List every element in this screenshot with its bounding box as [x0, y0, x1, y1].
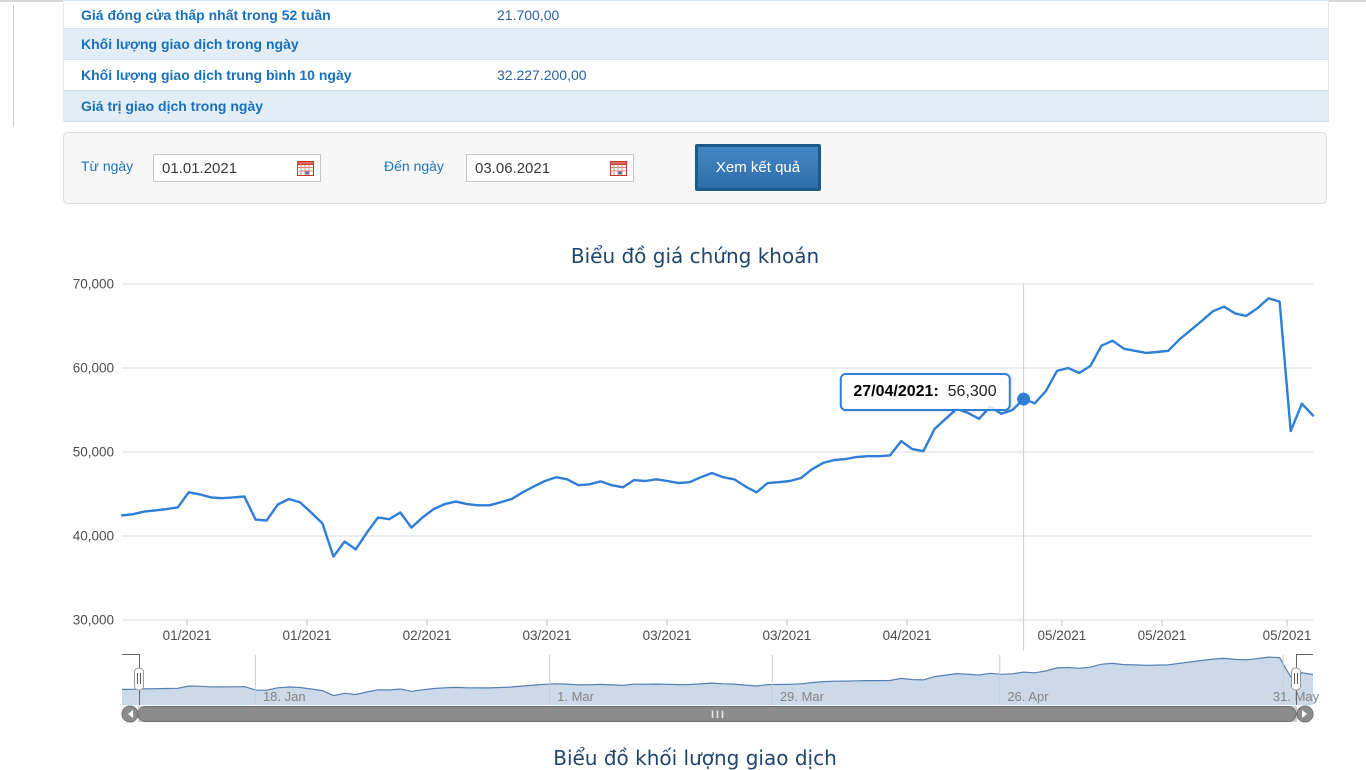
navigator-date-label: 18. Jan	[263, 689, 306, 704]
y-axis-label: 60,000	[73, 361, 114, 376]
tooltip-separator: :	[933, 383, 938, 400]
tooltip-value: 56,300	[948, 383, 997, 400]
chart-tooltip: 27/04/2021: 56,300	[839, 373, 1010, 411]
y-axis-label: 50,000	[73, 445, 114, 460]
navigator-date-label: 1. Mar	[557, 689, 595, 704]
tooltip-date: 27/04/2021	[853, 383, 933, 400]
x-axis-label: 05/2021	[1138, 628, 1187, 643]
x-axis-label: 05/2021	[1263, 628, 1312, 643]
x-axis-label: 03/2021	[763, 628, 812, 643]
y-axis-label: 30,000	[73, 613, 114, 628]
x-axis-label: 05/2021	[1038, 628, 1087, 643]
y-axis-label: 40,000	[73, 529, 114, 544]
y-axis-label: 70,000	[73, 277, 114, 292]
x-axis-label: 03/2021	[643, 628, 692, 643]
navigator-handle-left[interactable]	[135, 668, 144, 690]
x-axis-label: 01/2021	[163, 628, 212, 643]
navigator-handle-right[interactable]	[1292, 668, 1301, 690]
selected-point-marker	[1017, 393, 1030, 406]
x-axis-label: 02/2021	[403, 628, 452, 643]
x-axis-label: 01/2021	[283, 628, 332, 643]
navigator-date-label: 29. Mar	[780, 689, 825, 704]
x-axis-label: 03/2021	[523, 628, 572, 643]
navigator-date-label: 26. Apr	[1007, 689, 1049, 704]
price-chart: 30,000 40,000 50,000 60,000 70,000 01/2021 01/…	[0, 0, 1366, 768]
price-line-series	[122, 298, 1313, 556]
x-axis-label: 04/2021	[883, 628, 932, 643]
